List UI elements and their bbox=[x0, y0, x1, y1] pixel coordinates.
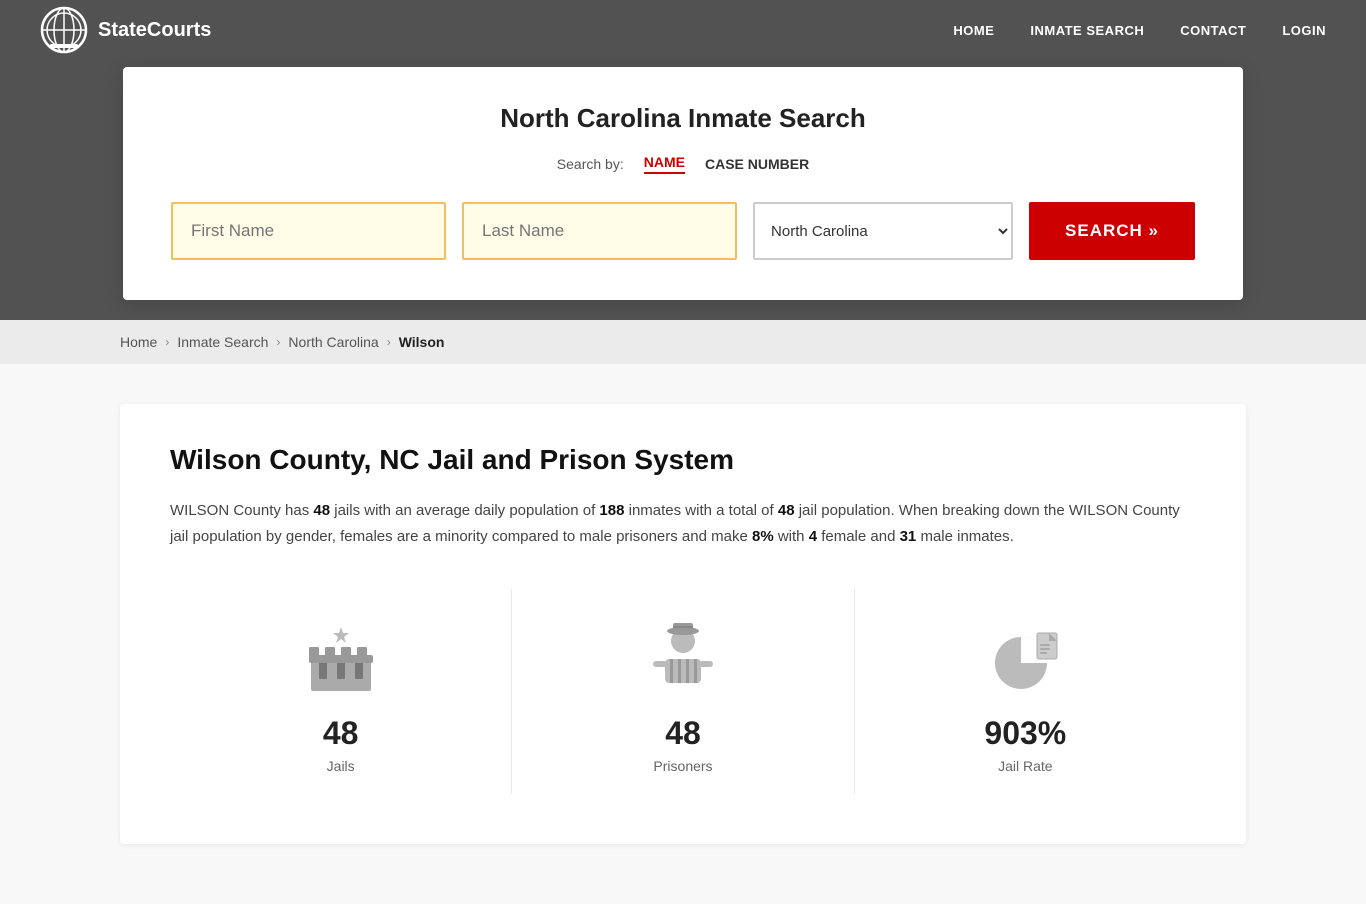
desc-mid2: inmates with a total of bbox=[624, 502, 777, 519]
desc-mid4: with bbox=[774, 528, 809, 545]
last-name-input[interactable] bbox=[462, 202, 737, 260]
breadcrumb-current: Wilson bbox=[399, 334, 445, 350]
county-title: Wilson County, NC Jail and Prison System bbox=[170, 444, 1196, 476]
state-select[interactable]: North Carolina Alabama Alaska Arizona Ar… bbox=[753, 202, 1013, 260]
stat-prisoners-number: 48 bbox=[665, 715, 701, 752]
desc-mid5: female and bbox=[817, 528, 900, 545]
nav-links-container: HOME INMATE SEARCH CONTACT LOGIN bbox=[953, 23, 1326, 38]
search-card: North Carolina Inmate Search Search by: … bbox=[123, 67, 1243, 300]
brand-name: StateCourts bbox=[98, 19, 211, 42]
main-nav: StateCourts HOME INMATE SEARCH CONTACT L… bbox=[0, 0, 1366, 60]
nav-home[interactable]: HOME bbox=[953, 23, 994, 38]
stat-jail-rate-number: 903% bbox=[984, 715, 1066, 752]
breadcrumb-home[interactable]: Home bbox=[120, 334, 157, 350]
stat-jails-number: 48 bbox=[323, 715, 359, 752]
stat-jails: 48 Jails bbox=[170, 589, 512, 794]
tab-name[interactable]: NAME bbox=[644, 154, 685, 174]
search-by-row: Search by: NAME CASE NUMBER bbox=[171, 154, 1195, 174]
stat-jails-label: Jails bbox=[327, 758, 355, 774]
breadcrumb: Home › Inmate Search › North Carolina › … bbox=[0, 320, 1366, 364]
prisoner-icon bbox=[643, 619, 723, 699]
stat-jail-rate: 903% Jail Rate bbox=[855, 589, 1196, 794]
hero-section: COURTHOUSE StateCourts HOME INMATE SEARC… bbox=[0, 0, 1366, 320]
nav-inmate-search[interactable]: INMATE SEARCH bbox=[1030, 23, 1144, 38]
stat-jail-rate-label: Jail Rate bbox=[998, 758, 1052, 774]
desc-male: 31 bbox=[900, 528, 917, 545]
search-by-label: Search by: bbox=[557, 156, 624, 172]
tab-case-number[interactable]: CASE NUMBER bbox=[705, 156, 809, 172]
breadcrumb-sep-3: › bbox=[387, 335, 391, 349]
breadcrumb-sep-2: › bbox=[276, 335, 280, 349]
pie-chart-icon bbox=[985, 619, 1065, 699]
desc-jails: 48 bbox=[313, 502, 330, 519]
search-card-title: North Carolina Inmate Search bbox=[171, 103, 1195, 134]
desc-suffix: male inmates. bbox=[916, 528, 1014, 545]
content-card: Wilson County, NC Jail and Prison System… bbox=[120, 404, 1246, 844]
search-inputs-row: North Carolina Alabama Alaska Arizona Ar… bbox=[171, 202, 1195, 260]
stat-prisoners-label: Prisoners bbox=[653, 758, 712, 774]
main-content: Wilson County, NC Jail and Prison System… bbox=[0, 364, 1366, 904]
desc-mid1: jails with an average daily population o… bbox=[330, 502, 599, 519]
desc-pct: 8% bbox=[752, 528, 774, 545]
logo-icon bbox=[40, 6, 88, 54]
nav-contact[interactable]: CONTACT bbox=[1180, 23, 1246, 38]
desc-avg-pop: 188 bbox=[599, 502, 624, 519]
county-description: WILSON County has 48 jails with an avera… bbox=[170, 498, 1196, 549]
stats-row: 48 Jails bbox=[170, 589, 1196, 794]
brand-logo[interactable]: StateCourts bbox=[40, 6, 211, 54]
jail-icon bbox=[301, 619, 381, 699]
search-button[interactable]: SEARCH » bbox=[1029, 202, 1195, 260]
first-name-input[interactable] bbox=[171, 202, 446, 260]
breadcrumb-inmate-search[interactable]: Inmate Search bbox=[177, 334, 268, 350]
desc-female: 4 bbox=[809, 528, 817, 545]
breadcrumb-sep-1: › bbox=[165, 335, 169, 349]
nav-login[interactable]: LOGIN bbox=[1282, 23, 1326, 38]
stat-prisoners: 48 Prisoners bbox=[512, 589, 854, 794]
breadcrumb-nc[interactable]: North Carolina bbox=[288, 334, 378, 350]
desc-total-jail: 48 bbox=[778, 502, 795, 519]
desc-prefix: WILSON County has bbox=[170, 502, 313, 519]
